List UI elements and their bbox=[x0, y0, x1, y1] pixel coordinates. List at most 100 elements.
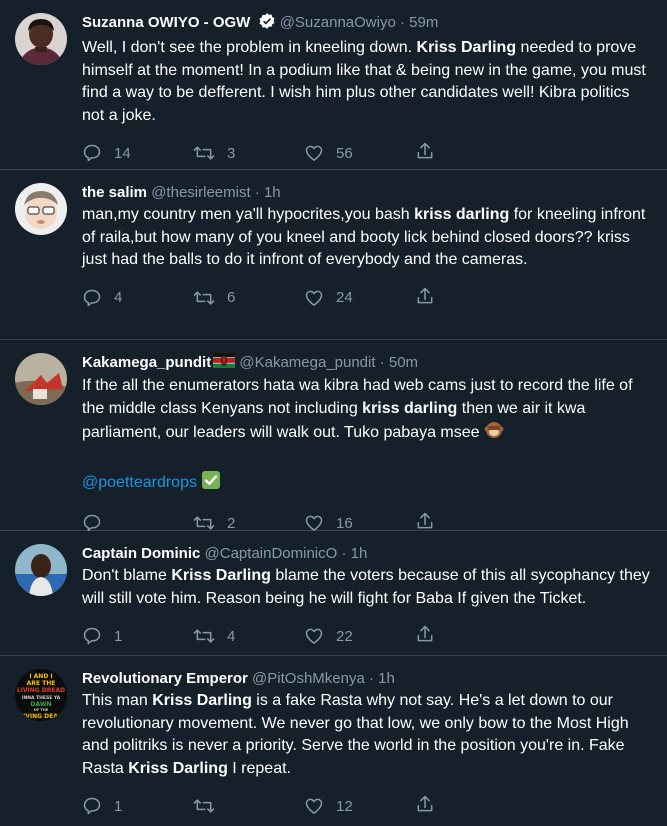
tweet-text: If the all the enumerators hata wa kibra… bbox=[82, 375, 655, 497]
tweet[interactable]: Suzanna OWIYO - OGW @SuzannaOwiyo · 59m … bbox=[0, 0, 667, 170]
separator-dot: · bbox=[399, 14, 405, 31]
avatar-text: ARE THE bbox=[27, 680, 56, 687]
heart-icon bbox=[304, 288, 324, 308]
user-handle[interactable]: @SuzannaOwiyo bbox=[280, 14, 396, 31]
like-button[interactable]: 24 bbox=[304, 288, 415, 308]
reply-count: 14 bbox=[114, 144, 131, 162]
reply-icon bbox=[82, 796, 102, 816]
avatar-text: I AND I bbox=[29, 673, 52, 680]
retweet-icon bbox=[193, 513, 215, 533]
separator-dot: · bbox=[368, 670, 374, 687]
avatar-text: LIVING DREAD bbox=[17, 687, 65, 694]
timestamp[interactable]: 1h bbox=[378, 670, 395, 687]
share-button[interactable] bbox=[415, 624, 435, 648]
verified-badge-icon bbox=[258, 12, 276, 36]
separator-dot: · bbox=[254, 184, 260, 201]
like-count: 56 bbox=[336, 144, 353, 162]
action-bar: 1 4 22 bbox=[82, 616, 655, 656]
tweet-header: Kakamega_pundit @Kakamega_pundit · 50m bbox=[82, 352, 655, 374]
retweet-button[interactable]: 6 bbox=[193, 288, 304, 308]
share-icon bbox=[415, 794, 435, 818]
like-count: 24 bbox=[336, 289, 353, 306]
retweet-button[interactable]: 2 bbox=[193, 513, 304, 533]
tweet-text: This man Kriss Darling is a fake Rasta w… bbox=[82, 690, 655, 780]
avatar-text: OF THE bbox=[34, 708, 49, 712]
display-name[interactable]: Kakamega_pundit bbox=[82, 354, 211, 371]
like-button[interactable]: 12 bbox=[304, 796, 415, 816]
retweet-button[interactable] bbox=[193, 796, 304, 816]
like-count: 12 bbox=[336, 797, 353, 815]
retweet-icon bbox=[193, 796, 215, 816]
share-icon bbox=[415, 624, 435, 648]
share-button[interactable] bbox=[415, 286, 435, 310]
like-button[interactable]: 22 bbox=[304, 626, 415, 646]
user-handle[interactable]: @thesirleemist bbox=[151, 184, 250, 201]
retweet-icon bbox=[193, 626, 215, 646]
tweet-text: Don't blame Kriss Darling blame the vote… bbox=[82, 565, 655, 610]
avatar[interactable] bbox=[15, 13, 67, 65]
timestamp[interactable]: 50m bbox=[389, 354, 418, 371]
timestamp[interactable]: 59m bbox=[409, 14, 438, 31]
tweet-text: man,my country men ya'll hypocrites,you … bbox=[82, 204, 655, 272]
like-count: 22 bbox=[336, 627, 353, 645]
text-segment: man,my country men ya'll hypocrites,you … bbox=[82, 206, 415, 223]
share-icon bbox=[415, 141, 435, 165]
text-segment: Don't blame bbox=[82, 567, 172, 584]
highlighted-keyword: kriss darling bbox=[362, 399, 458, 417]
user-handle[interactable]: @Kakamega_pundit bbox=[239, 354, 375, 371]
tweet-feed: Suzanna OWIYO - OGW @SuzannaOwiyo · 59m … bbox=[0, 0, 667, 822]
reply-button[interactable]: 1 bbox=[82, 796, 193, 816]
tweet-text: Well, I don't see the problem in kneelin… bbox=[82, 37, 655, 127]
tweet[interactable]: Kakamega_pundit @Kakamega_pundit · 50m I… bbox=[0, 340, 667, 533]
reply-icon bbox=[82, 288, 102, 308]
highlighted-keyword: Kriss Darling bbox=[152, 692, 252, 709]
avatar[interactable] bbox=[15, 353, 67, 405]
display-name[interactable]: the salim bbox=[82, 184, 147, 201]
reply-count: 4 bbox=[114, 289, 123, 306]
tweet[interactable]: I AND I ARE THE LIVING DREAD INNA THESE … bbox=[0, 656, 667, 822]
reply-icon bbox=[82, 143, 102, 163]
tweet-header: Captain Dominic @CaptainDominicO · 1h bbox=[82, 543, 655, 564]
highlighted-keyword: Kriss Darling bbox=[128, 759, 228, 777]
monkey-emoji-icon bbox=[484, 420, 504, 448]
mention-link[interactable]: @poetteardrops bbox=[82, 474, 197, 491]
retweet-count: 3 bbox=[227, 144, 236, 162]
check-mark-emoji-icon bbox=[201, 470, 221, 498]
reply-button[interactable] bbox=[82, 513, 193, 533]
retweet-count: 2 bbox=[227, 514, 236, 532]
share-button[interactable] bbox=[415, 141, 435, 165]
user-handle[interactable]: @PitOshMkenya bbox=[252, 670, 365, 687]
share-icon bbox=[415, 286, 435, 310]
avatar-text: LIVING DEAD bbox=[19, 713, 63, 720]
timestamp[interactable]: 1h bbox=[264, 184, 281, 201]
timestamp[interactable]: 1h bbox=[351, 545, 368, 562]
reply-button[interactable]: 4 bbox=[82, 288, 193, 308]
display-name[interactable]: Revolutionary Emperor bbox=[82, 670, 248, 687]
retweet-button[interactable]: 4 bbox=[193, 626, 304, 646]
avatar[interactable] bbox=[15, 183, 67, 235]
highlighted-keyword: Kriss Darling bbox=[416, 39, 517, 56]
heart-icon bbox=[304, 513, 324, 533]
reply-count: 1 bbox=[114, 627, 123, 645]
display-name[interactable]: Captain Dominic bbox=[82, 545, 200, 562]
like-button[interactable]: 56 bbox=[304, 143, 415, 163]
reply-button[interactable]: 14 bbox=[82, 143, 193, 163]
retweet-button[interactable]: 3 bbox=[193, 143, 304, 163]
like-button[interactable]: 16 bbox=[304, 513, 415, 533]
heart-icon bbox=[304, 626, 324, 646]
separator-dot: · bbox=[379, 354, 385, 371]
heart-icon bbox=[304, 796, 324, 816]
tweet[interactable]: Captain Dominic @CaptainDominicO · 1h Do… bbox=[0, 531, 667, 656]
tweet[interactable]: the salim @thesirleemist · 1h man,my cou… bbox=[0, 170, 667, 340]
reply-icon bbox=[82, 513, 102, 533]
reply-button[interactable]: 1 bbox=[82, 626, 193, 646]
action-bar: 14 3 56 bbox=[82, 133, 655, 173]
separator-dot: · bbox=[341, 545, 347, 562]
highlighted-keyword: Kriss Darling bbox=[171, 567, 271, 584]
like-count: 16 bbox=[336, 514, 353, 532]
avatar[interactable] bbox=[15, 544, 67, 596]
share-button[interactable] bbox=[415, 794, 435, 818]
avatar[interactable]: I AND I ARE THE LIVING DREAD INNA THESE … bbox=[15, 669, 67, 721]
user-handle[interactable]: @CaptainDominicO bbox=[205, 545, 338, 562]
display-name[interactable]: Suzanna OWIYO - OGW bbox=[82, 14, 250, 31]
